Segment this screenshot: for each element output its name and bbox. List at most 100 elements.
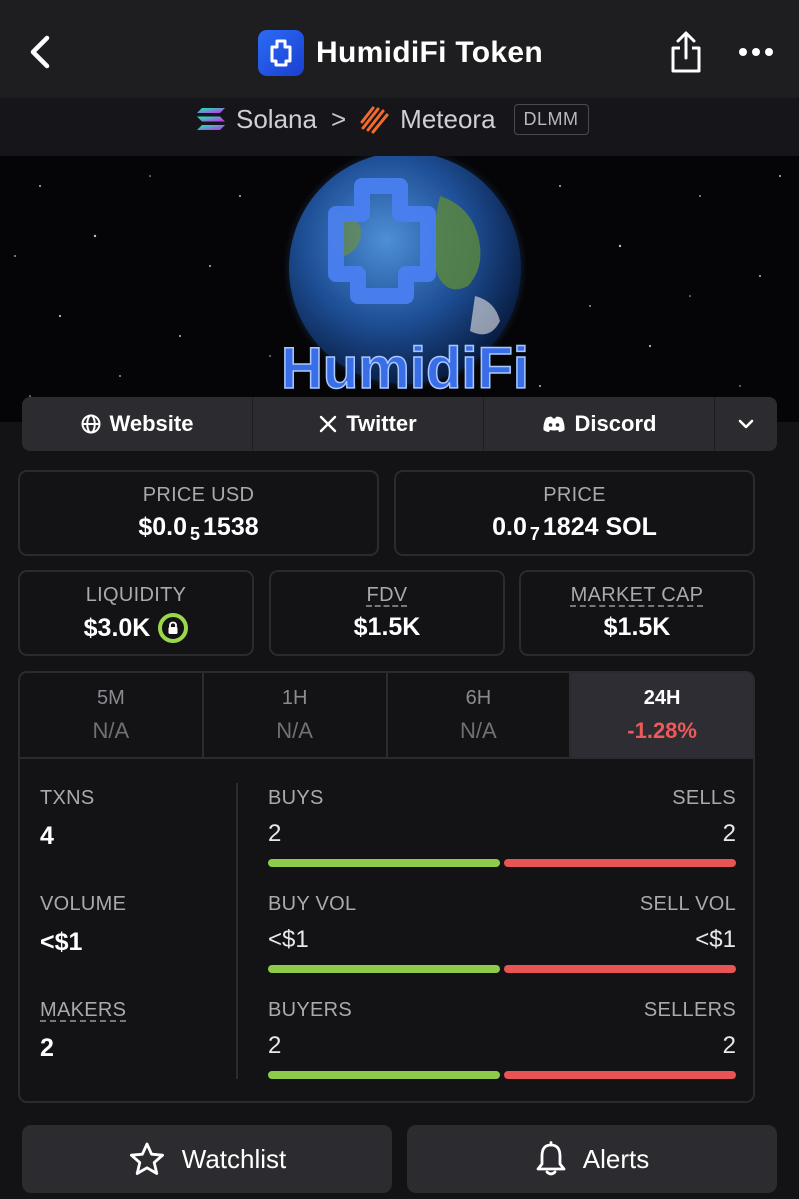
watchlist-button[interactable]: Watchlist	[22, 1125, 392, 1193]
fdv-value: $1.5K	[353, 613, 421, 641]
tab-change: N/A	[460, 718, 497, 743]
market-cap-value: $1.5K	[603, 613, 671, 641]
tab-6h[interactable]: 6H N/A	[388, 673, 572, 757]
chevron-down-icon	[738, 419, 754, 429]
more-horizontal-icon	[739, 48, 773, 56]
buy-sell-volume-stat: BUY VOL SELL VOL <$1 <$1	[268, 893, 736, 973]
bell-icon	[536, 1141, 566, 1176]
buys-sells-ratio-bar	[268, 859, 736, 867]
buy-sell-volume-ratio-bar	[268, 965, 736, 973]
buyers-sellers-stat: BUYERS SELLERS 2 2	[268, 999, 736, 1079]
token-logo-icon	[258, 30, 304, 76]
buy-ratio-bar	[268, 1071, 500, 1079]
fdv-card: FDV $1.5K	[269, 570, 505, 656]
tab-5m[interactable]: 5M N/A	[20, 673, 204, 757]
txns-stat: TXNS 4	[40, 787, 95, 851]
tab-24h[interactable]: 24H -1.28%	[571, 673, 753, 757]
social-links-bar: Website Twitter Discord	[22, 397, 777, 451]
buyers-sellers-ratio-bar	[268, 1071, 736, 1079]
more-options-button[interactable]	[734, 36, 778, 68]
price-usd-zero-count: 5	[190, 524, 201, 544]
more-links-dropdown[interactable]	[715, 397, 777, 451]
buy-vol-value: <$1	[268, 926, 309, 953]
buys-sells-stat: BUYS SELLS 2 2	[268, 787, 736, 867]
price-native-prefix: 0.0	[492, 513, 527, 541]
sell-vol-value: <$1	[695, 926, 736, 953]
breadcrumb-separator: >	[330, 103, 347, 134]
buyers-label: BUYERS	[268, 999, 353, 1021]
share-icon	[671, 31, 701, 73]
alerts-label: Alerts	[582, 1143, 650, 1174]
price-usd-label: PRICE USD	[142, 484, 255, 506]
volume-stat: VOLUME <$1	[40, 893, 126, 957]
volume-label: VOLUME	[40, 893, 127, 915]
makers-stat: MAKERS 2	[40, 999, 126, 1063]
timeframe-tabs: 5M N/A 1H N/A 6H N/A 24H -1.28%	[20, 673, 753, 759]
price-usd-suffix: 1538	[203, 513, 259, 541]
alerts-button[interactable]: Alerts	[407, 1125, 777, 1193]
share-button[interactable]	[664, 28, 708, 76]
liquidity-value-row: $3.0K	[20, 613, 252, 643]
txns-value: 4	[40, 822, 54, 850]
tab-change: N/A	[276, 718, 313, 743]
makers-label[interactable]: MAKERS	[40, 999, 126, 1022]
sellers-label: SELLERS	[643, 999, 736, 1021]
twitter-label: Twitter	[346, 411, 417, 436]
buy-ratio-bar	[268, 859, 500, 867]
tab-name: 5M	[96, 687, 125, 709]
discord-button[interactable]: Discord	[484, 397, 715, 451]
price-usd-card: PRICE USD $0.0 5 1538	[18, 470, 379, 556]
price-native-card: PRICE 0.0 7 1824 SOL	[394, 470, 755, 556]
liquidity-locked-icon[interactable]	[158, 613, 189, 643]
website-button[interactable]: Website	[22, 397, 253, 451]
token-banner: HumidiFi	[0, 156, 799, 422]
buy-ratio-bar	[268, 965, 500, 973]
buyers-value: 2	[268, 1032, 282, 1059]
tab-change: N/A	[92, 718, 130, 743]
market-cap-card: MARKET CAP $1.5K	[519, 570, 755, 656]
tab-change: -1.28%	[627, 718, 697, 743]
sells-label: SELLS	[672, 787, 736, 809]
price-native-zero-count: 7	[529, 524, 540, 544]
tab-name: 6H	[465, 687, 492, 709]
price-usd-prefix: $0.0	[138, 513, 188, 541]
liquidity-value: $3.0K	[83, 613, 151, 642]
banner-text: HumidiFi	[281, 336, 529, 401]
liquidity-label: LIQUIDITY	[85, 584, 187, 606]
breadcrumb: Solana > Meteora DLMM	[196, 100, 589, 138]
timeframe-stats-panel: 5M N/A 1H N/A 6H N/A 24H -1.28% TXNS 4 V…	[18, 671, 755, 1103]
discord-label: Discord	[574, 411, 657, 436]
page-title: HumidiFi Token	[316, 36, 543, 69]
buys-value: 2	[268, 820, 282, 847]
buys-label: BUYS	[268, 787, 324, 809]
tab-name: 1H	[281, 687, 308, 709]
back-button[interactable]	[22, 30, 58, 74]
txns-label: TXNS	[40, 787, 95, 809]
price-native-suffix: 1824 SOL	[542, 513, 657, 541]
discord-icon	[542, 416, 565, 432]
price-native-label: PRICE	[543, 484, 606, 506]
price-usd-value: $0.0 5 1538	[20, 513, 377, 544]
makers-value: 2	[40, 1034, 54, 1062]
chain-link[interactable]: Solana	[236, 104, 317, 135]
tab-1h[interactable]: 1H N/A	[204, 673, 388, 757]
pool-type-badge: DLMM	[513, 103, 589, 135]
sells-value: 2	[722, 820, 736, 847]
volume-value: <$1	[40, 928, 83, 956]
globe-icon	[81, 414, 101, 434]
website-label: Website	[109, 411, 194, 436]
market-cap-label[interactable]: MARKET CAP	[521, 584, 753, 607]
dex-link[interactable]: Meteora	[400, 104, 495, 135]
stats-divider	[236, 783, 238, 1079]
watchlist-label: Watchlist	[181, 1143, 287, 1174]
star-icon	[129, 1142, 164, 1175]
sell-ratio-bar	[504, 859, 736, 867]
tab-name: 24H	[643, 687, 681, 709]
fdv-label[interactable]: FDV	[271, 584, 503, 607]
header-title-group: HumidiFi Token	[258, 30, 543, 76]
twitter-button[interactable]: Twitter	[253, 397, 484, 451]
x-logo-icon	[320, 415, 337, 433]
price-native-value: 0.0 7 1824 SOL	[396, 513, 753, 544]
buy-vol-label: BUY VOL	[268, 893, 357, 915]
liquidity-card: LIQUIDITY $3.0K	[18, 570, 254, 656]
